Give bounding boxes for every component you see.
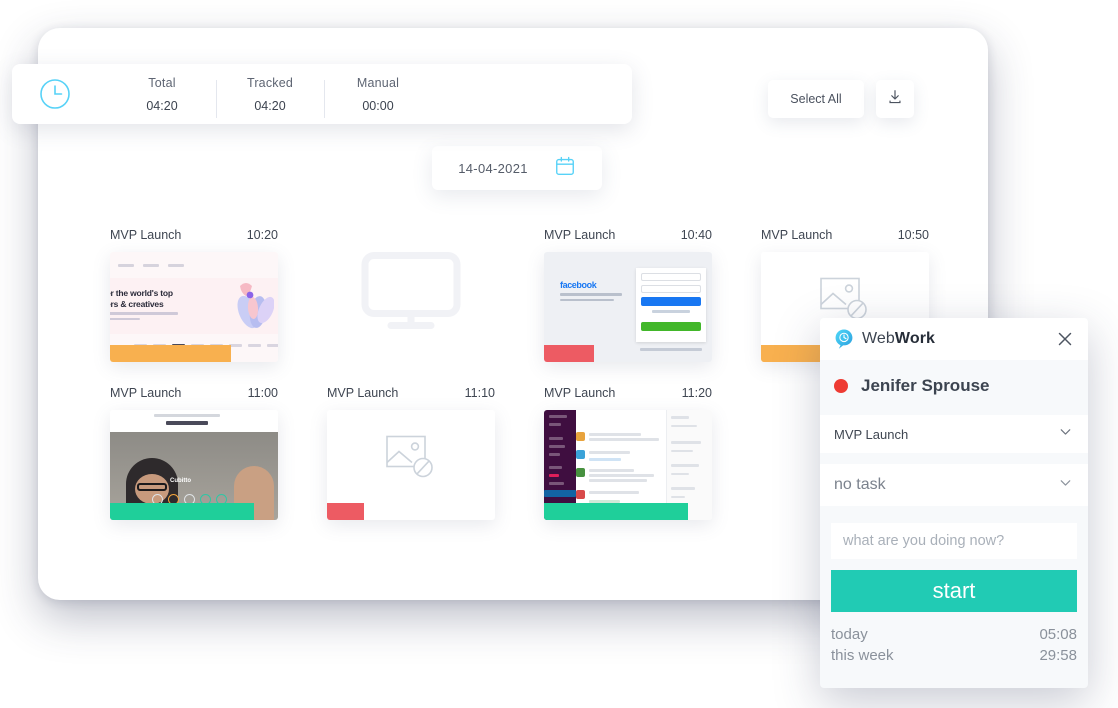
- screenshot-thumbnail[interactable]: Cubitto: [110, 410, 278, 520]
- chevron-down-icon: [1057, 474, 1074, 496]
- chevron-down-icon: [1057, 423, 1074, 445]
- site-illustration-icon: [226, 278, 275, 330]
- user-name: Jenifer Sprouse: [861, 376, 990, 395]
- description-input[interactable]: what are you doing now?: [831, 523, 1077, 559]
- stat-total: Total 04:20: [108, 76, 216, 113]
- facebook-wordmark: facebook: [560, 280, 597, 290]
- stat-manual-value: 00:00: [362, 98, 394, 113]
- screenshot-header: MVP Launch 11:20: [544, 386, 712, 400]
- totals-section: today 05:08 this week 29:58: [831, 624, 1077, 666]
- close-icon[interactable]: [1054, 328, 1076, 350]
- screenshot-project: MVP Launch: [544, 386, 616, 400]
- screenshot-header: MVP Launch 10:20: [110, 228, 278, 242]
- video-call-header: [110, 410, 278, 432]
- project-select[interactable]: MVP Launch: [820, 415, 1088, 453]
- clock-icon: [38, 77, 72, 111]
- activity-bar: [327, 503, 364, 520]
- screenshot-project: MVP Launch: [544, 228, 616, 242]
- task-select-value: no task: [834, 476, 886, 493]
- screenshot-time: 11:20: [681, 386, 712, 400]
- monitor-icon: [361, 252, 461, 335]
- screenshot-thumbnail[interactable]: er the world's top ers & creatives: [110, 252, 278, 362]
- select-all-label: Select All: [790, 92, 842, 106]
- broken-image-icon: [385, 434, 437, 487]
- facebook-footer: [640, 348, 702, 351]
- screenshot-card[interactable]: MVP Launch 11:10: [327, 386, 495, 520]
- select-all-button[interactable]: Select All: [768, 80, 864, 118]
- stat-tracked-value: 04:20: [254, 98, 286, 113]
- download-icon: [886, 88, 904, 111]
- total-today-row: today 05:08: [831, 624, 1077, 645]
- screenshot-header: MVP Launch 11:10: [327, 386, 495, 400]
- screenshot-card[interactable]: MVP Launch 10:40 facebook: [544, 228, 712, 362]
- date-picker-value: 14-04-2021: [458, 160, 528, 176]
- description-placeholder: what are you doing now?: [843, 533, 1005, 549]
- date-picker[interactable]: 14-04-2021: [432, 146, 602, 190]
- start-button[interactable]: start: [831, 570, 1077, 612]
- screenshot-thumbnail[interactable]: [327, 410, 495, 520]
- stat-tracked-label: Tracked: [246, 75, 294, 90]
- site-subtext: [110, 312, 178, 323]
- activity-bar: [110, 503, 255, 520]
- calendar-icon[interactable]: [554, 155, 576, 182]
- start-button-label: start: [932, 578, 976, 603]
- screenshot-project: MVP Launch: [110, 228, 182, 242]
- brand-light: Web: [862, 330, 895, 347]
- screenshot-header: MVP Launch 10:50: [761, 228, 929, 242]
- stat-manual: Manual 00:00: [324, 75, 432, 118]
- task-select[interactable]: no task: [820, 464, 1088, 506]
- facebook-login-card: [636, 268, 706, 342]
- screenshot-header: MVP Launch 10:40: [544, 228, 712, 242]
- webwork-tracker-popup: WebWork Jenifer Sprouse MVP Launch no ta…: [820, 318, 1088, 688]
- screenshot-card[interactable]: MVP Launch 11:20: [544, 386, 712, 520]
- screenshot-time: 10:20: [246, 228, 278, 242]
- screenshot-time: 10:40: [680, 228, 712, 242]
- activity-bar: [544, 345, 595, 362]
- popup-user-row: Jenifer Sprouse: [820, 360, 1088, 412]
- screenshot-thumbnail[interactable]: [544, 410, 712, 520]
- total-week-row: this week 29:58: [831, 645, 1077, 666]
- stat-tracked: Tracked 04:20: [216, 75, 324, 118]
- screenshot-card[interactable]: MVP Launch 10:20 er the world's top ers &…: [110, 228, 278, 362]
- facebook-tagline: [560, 293, 622, 304]
- screenshot-stage: Total 04:20 Tracked 04:20 Manual 00:00 S…: [0, 0, 1118, 708]
- screenshot-project: MVP Launch: [761, 228, 833, 242]
- video-call-title: Cubitto: [170, 478, 191, 484]
- stat-total-value: 04:20: [146, 98, 178, 113]
- screenshot-thumbnail[interactable]: facebook: [544, 252, 712, 362]
- activity-bar: [544, 503, 689, 520]
- site-headline: er the world's top ers & creatives: [110, 288, 173, 309]
- time-summary-bar: Total 04:20 Tracked 04:20 Manual 00:00: [12, 64, 632, 124]
- screenshot-card[interactable]: MVP Launch 11:00 Cubitto: [110, 386, 278, 520]
- screenshot-project: MVP Launch: [327, 386, 399, 400]
- screenshot-header: MVP Launch 11:00: [110, 386, 278, 400]
- site-nav: [118, 264, 184, 267]
- brand-bold: Work: [894, 330, 936, 347]
- screenshot-time: 11:10: [464, 386, 495, 400]
- total-today-label: today: [831, 626, 868, 643]
- stat-manual-label: Manual: [356, 75, 400, 90]
- screenshot-project: MVP Launch: [110, 386, 182, 400]
- screenshot-time: 11:00: [247, 386, 278, 400]
- project-select-value: MVP Launch: [834, 426, 909, 442]
- stat-total-label: Total: [148, 75, 176, 90]
- total-week-label: this week: [831, 647, 894, 664]
- download-button[interactable]: [876, 80, 914, 118]
- screenshot-placeholder: [327, 238, 495, 348]
- activity-bar: [110, 345, 231, 362]
- popup-header: WebWork: [820, 318, 1088, 360]
- total-week-value: 29:58: [1039, 647, 1077, 664]
- screenshot-time: 10:50: [897, 228, 929, 242]
- popup-brand: WebWork: [862, 330, 935, 348]
- webwork-logo-icon: [833, 328, 855, 350]
- total-today-value: 05:08: [1039, 626, 1077, 643]
- status-dot-offline-icon: [834, 379, 848, 393]
- screenshot-card-empty: [327, 228, 495, 362]
